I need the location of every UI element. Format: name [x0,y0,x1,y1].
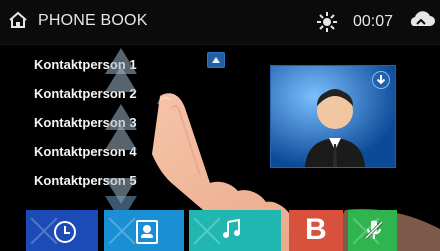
download-icon[interactable] [372,71,390,89]
b-icon: B [305,213,327,246]
contacts-icon [136,220,158,244]
clock-time: 00:07 [353,13,394,30]
scroll-up-arrow-icon[interactable] [105,124,137,150]
clock-icon [54,221,76,243]
page-title: PHONE BOOK [38,12,148,29]
bluetooth-tile[interactable]: B [289,210,343,251]
microphone-tile[interactable] [348,210,397,251]
scroll-top-button[interactable] [207,52,225,68]
cloud-icon [406,11,436,31]
microphone-off-icon [364,220,384,240]
recent-calls-tile[interactable] [26,210,98,251]
contacts-tile[interactable] [104,210,184,251]
sun-icon [316,11,338,33]
tile-pattern [104,210,140,251]
header-bar: PHONE BOOK 00:07 [0,0,440,45]
music-tile[interactable] [189,210,281,251]
phone-book-screen: PHONE BOOK 00:07 Kontaktperson 1 Kontakt… [0,0,440,251]
scroll-up-arrow-icon[interactable] [105,66,137,92]
bottom-dock: B [0,210,440,251]
music-icon [223,218,240,238]
home-icon[interactable] [8,10,28,30]
chevron-up-icon [212,57,220,63]
